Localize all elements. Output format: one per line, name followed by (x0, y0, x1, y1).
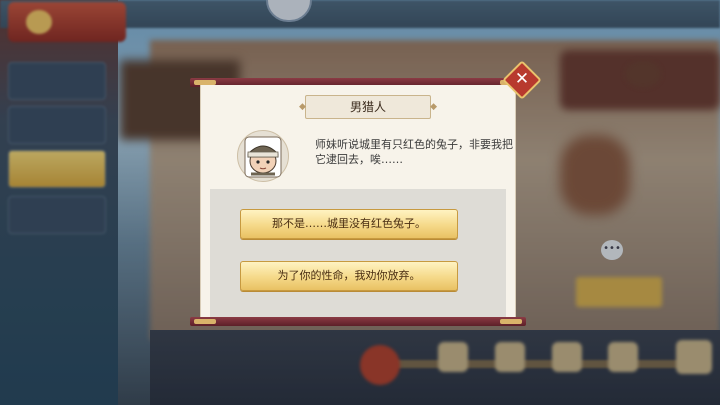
hunter-portrait-icon (237, 130, 289, 182)
dialog-choice-1-label: 那不是……城里没有红色兔子。 (272, 217, 426, 230)
speaker-name-plate: 男猎人 (299, 95, 437, 119)
dialog-bottom-frame (190, 317, 526, 326)
dialog-choice-1[interactable]: 那不是……城里没有红色兔子。 (240, 209, 458, 239)
npc-speech-text: 师妹听说城里有只红色的兔子，非要我把它逮回去，唉…… (315, 138, 513, 166)
close-icon: ✕ (514, 69, 530, 89)
dialog-choice-2[interactable]: 为了你的性命，我劝你放弃。 (240, 261, 458, 291)
dialog-choice-2-label: 为了你的性命，我劝你放弃。 (277, 269, 421, 282)
npc-dialog: 男猎人 师妹听说城里有只红色的兔子，非要我把它逮回去，唉…… 那不是……城里没有… (190, 60, 542, 326)
speaker-name: 男猎人 (349, 100, 386, 114)
portrait-art (244, 136, 282, 178)
